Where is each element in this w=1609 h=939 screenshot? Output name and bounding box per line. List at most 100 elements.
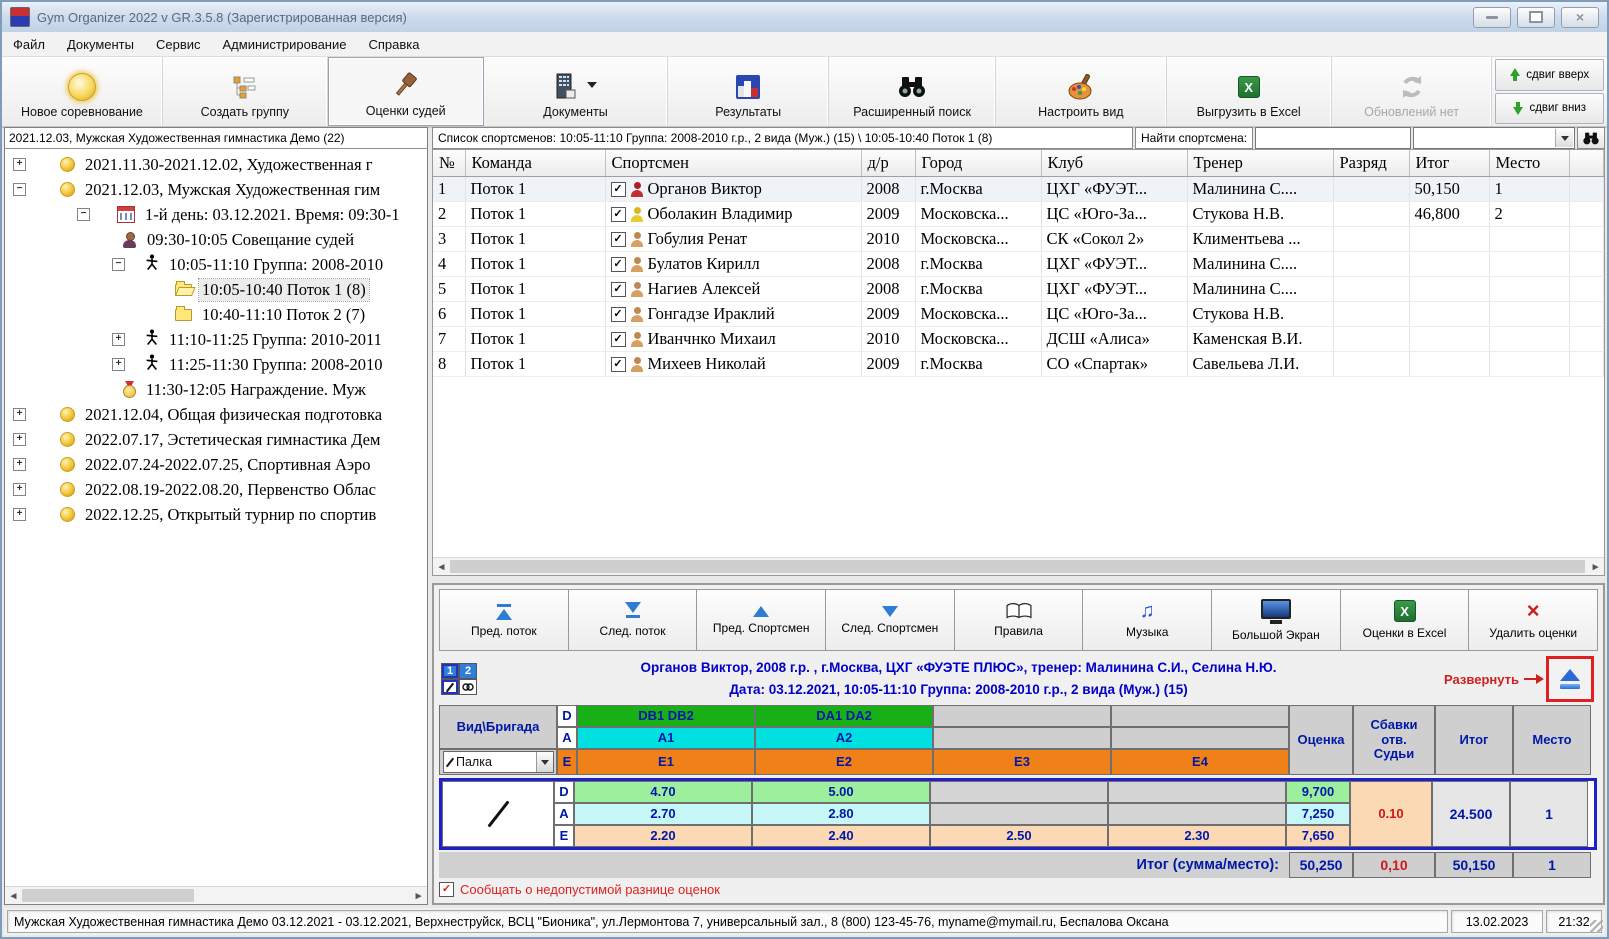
tree-item-label[interactable]: 2021.12.03, Мужская Художественная гим [82, 179, 383, 201]
menu-service[interactable]: Сервис [145, 34, 212, 55]
tree-expander[interactable] [13, 433, 26, 446]
tree-expander[interactable] [13, 408, 26, 421]
big-screen-button[interactable]: Большой Экран [1212, 590, 1341, 650]
col-place[interactable]: Место [1489, 150, 1569, 177]
athlete-row[interactable]: 1Поток 1 Органов Виктор 2008г.МоскваЦХГ … [433, 177, 1604, 202]
col-number[interactable]: № [433, 150, 465, 177]
score-e3[interactable]: 2.50 [930, 825, 1108, 847]
col-club[interactable]: Клуб [1041, 150, 1187, 177]
shift-down-button[interactable]: сдвиг вниз [1495, 93, 1604, 125]
tree-item-label[interactable]: 2022.12.25, Открытый турнир по спортив [82, 504, 379, 526]
documents-button[interactable]: Документы [484, 57, 669, 126]
menu-file[interactable]: Файл [2, 34, 56, 55]
apparatus-select[interactable]: Палка [443, 751, 554, 773]
prev-flow-button[interactable]: Пред. поток [440, 590, 569, 650]
create-group-button[interactable]: Создать группу [163, 57, 328, 126]
score-a3[interactable] [930, 803, 1108, 825]
menu-administration[interactable]: Администрирование [212, 34, 358, 55]
menu-help[interactable]: Справка [357, 34, 430, 55]
athlete-checkbox[interactable] [611, 357, 626, 372]
shift-up-button[interactable]: сдвиг вверх [1495, 59, 1604, 91]
chevron-down-icon[interactable] [1555, 129, 1573, 147]
score-d4[interactable] [1108, 781, 1286, 803]
tree-item-label[interactable]: 2021.12.04, Общая физическая подготовка [82, 404, 385, 426]
athlete-row[interactable]: 2Поток 1 Оболакин Владимир 2009Московска… [433, 202, 1604, 227]
menu-documents[interactable]: Документы [56, 34, 145, 55]
delete-scores-button[interactable]: ×Удалить оценки [1469, 590, 1597, 650]
music-button[interactable]: ♫Музыка [1083, 590, 1212, 650]
tree-item-label[interactable]: 11:30-12:05 Награждение. Муж [143, 379, 369, 401]
tree-horizontal-scrollbar[interactable]: ◂ ▸ [5, 886, 427, 904]
export-excel-button[interactable]: Выгрузить в Excel [1167, 57, 1332, 126]
tree-item-label[interactable]: 10:40-11:10 Поток 2 (7) [199, 304, 368, 326]
rings-apparatus-icon[interactable] [459, 679, 477, 695]
chevron-down-icon[interactable] [536, 752, 553, 772]
athlete-checkbox[interactable] [611, 257, 626, 272]
find-athlete-combobox[interactable] [1413, 127, 1575, 149]
tree-expander[interactable] [13, 158, 26, 171]
tree-expander[interactable] [77, 208, 90, 221]
tree-expander[interactable] [112, 333, 125, 346]
selected-score-row[interactable]: D 4.70 5.00 9,700 0.10 24.500 1 A 2.70 2… [439, 778, 1597, 850]
scroll-left-icon[interactable]: ◂ [433, 558, 450, 575]
tree-item-label[interactable]: 10:05-11:10 Группа: 2008-2010 [166, 254, 386, 276]
tree-item-label[interactable]: 1-й день: 03.12.2021. Время: 09:30-1 [142, 204, 403, 226]
tree-expander[interactable] [112, 358, 125, 371]
advanced-search-button[interactable]: Расширенный поиск [829, 57, 996, 126]
athlete-row[interactable]: 5Поток 1 Нагиев Алексей 2008г.МоскваЦХГ … [433, 277, 1604, 302]
score-a1[interactable]: 2.70 [574, 803, 752, 825]
athlete-checkbox[interactable] [611, 182, 626, 197]
athlete-checkbox[interactable] [611, 232, 626, 247]
close-button[interactable]: × [1561, 7, 1599, 28]
score-a4[interactable] [1108, 803, 1286, 825]
tree-item-label[interactable]: 2022.07.24-2022.07.25, Спортивная Аэро [82, 454, 374, 476]
tree-expander[interactable] [13, 458, 26, 471]
tree-expander[interactable] [112, 258, 125, 271]
configure-view-button[interactable]: Настроить вид [996, 57, 1167, 126]
athlete-checkbox[interactable] [611, 332, 626, 347]
score-e2[interactable]: 2.40 [752, 825, 930, 847]
score-d1[interactable]: 4.70 [574, 781, 752, 803]
results-button[interactable]: Результаты [668, 57, 829, 126]
tree-expander[interactable] [13, 183, 26, 196]
scroll-thumb[interactable] [22, 889, 194, 902]
tree-expander[interactable] [13, 483, 26, 496]
athlete-row[interactable]: 6Поток 1 Гонгадзе Ираклий 2009Московска.… [433, 302, 1604, 327]
col-team[interactable]: Команда [465, 150, 605, 177]
tab-page-2[interactable]: 2 [459, 663, 477, 679]
score-d3[interactable] [930, 781, 1108, 803]
athlete-row[interactable]: 8Поток 1 Михеев Николай 2009г.МоскваСО «… [433, 352, 1604, 377]
resize-grip[interactable] [1590, 920, 1603, 933]
athlete-row[interactable]: 7Поток 1 Иванчнко Михаил 2010Московска..… [433, 327, 1604, 352]
col-total[interactable]: Итог [1409, 150, 1489, 177]
judge-scores-button[interactable]: Оценки судей [328, 57, 484, 126]
table-horizontal-scrollbar[interactable]: ◂ ▸ [433, 557, 1604, 575]
expand-panel-button[interactable] [1546, 656, 1594, 702]
tree-expander[interactable] [13, 508, 26, 521]
minimize-button[interactable] [1473, 7, 1511, 28]
athlete-checkbox[interactable] [611, 307, 626, 322]
prev-athlete-button[interactable]: Пред. Спортсмен [697, 590, 826, 650]
tree-item-label[interactable]: 2022.07.17, Эстетическая гимнастика Дем [82, 429, 383, 451]
warn-diff-checkbox[interactable] [439, 882, 454, 897]
tree-item-label[interactable]: 09:30-10:05 Совещание судей [144, 229, 357, 251]
scroll-left-icon[interactable]: ◂ [5, 887, 22, 904]
stick-apparatus-icon[interactable] [441, 679, 459, 695]
tab-page-1[interactable]: 1 [441, 663, 459, 679]
tree-item-label[interactable]: 2022.08.19-2022.08.20, Первенство Облас [82, 479, 379, 501]
score-e1[interactable]: 2.20 [574, 825, 752, 847]
col-rank[interactable]: Разряд [1333, 150, 1409, 177]
scroll-right-icon[interactable]: ▸ [410, 887, 427, 904]
tree-item-label[interactable]: 11:25-11:30 Группа: 2008-2010 [166, 354, 386, 376]
col-athlete[interactable]: Спортсмен [605, 150, 861, 177]
athlete-row[interactable]: 4Поток 1 Булатов Кирилл 2008г.МоскваЦХГ … [433, 252, 1604, 277]
score-a2[interactable]: 2.80 [752, 803, 930, 825]
next-athlete-button[interactable]: След. Спортсмен [826, 590, 955, 650]
score-d2[interactable]: 5.00 [752, 781, 930, 803]
documents-dropdown-icon[interactable] [587, 82, 597, 93]
athlete-row[interactable]: 3Поток 1 Гобулия Ренат 2010Московска...С… [433, 227, 1604, 252]
find-athlete-input[interactable] [1255, 127, 1411, 149]
rules-button[interactable]: Правила [955, 590, 1084, 650]
new-competition-button[interactable]: Новое соревнование [2, 57, 163, 126]
scroll-right-icon[interactable]: ▸ [1587, 558, 1604, 575]
